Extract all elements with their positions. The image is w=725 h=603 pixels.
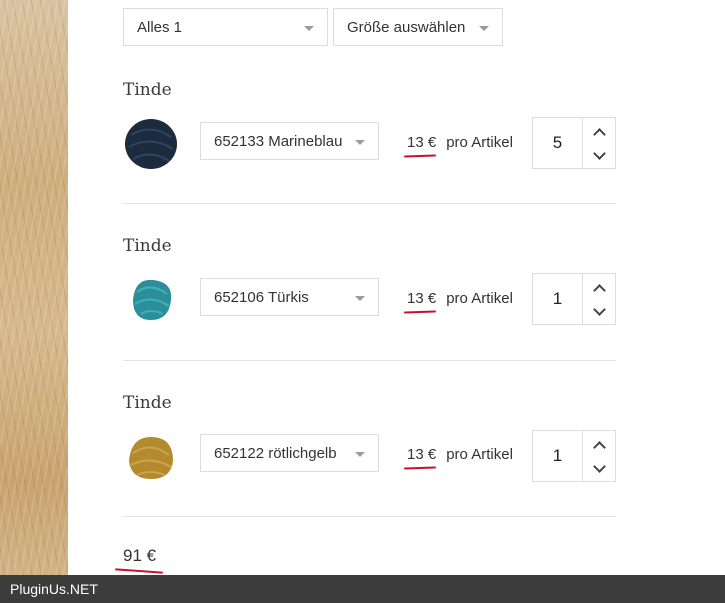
decrement-button[interactable]	[583, 143, 615, 167]
variant-select-value: 652133 Marineblau	[214, 133, 343, 150]
footer-brand: PluginUs.NET	[10, 581, 98, 597]
price-unit-label: pro Artikel	[446, 134, 513, 151]
divider	[123, 203, 616, 204]
chevron-down-icon	[592, 459, 606, 473]
chevron-down-icon	[355, 296, 365, 301]
increment-button[interactable]	[583, 433, 615, 457]
yarn-image	[129, 437, 173, 479]
chevron-down-icon	[592, 146, 606, 160]
price-per-item: 13 € pro Artikel	[403, 290, 513, 314]
variant-select-value: 652122 rötlichgelb	[214, 445, 337, 462]
chevron-down-icon	[592, 302, 606, 316]
footer-bar: PluginUs.NET	[0, 575, 725, 603]
price-value: 13 €	[407, 290, 437, 307]
quantity-stepper[interactable]: 1	[532, 430, 616, 482]
variant-select[interactable]: 652122 rötlichgelb	[200, 434, 379, 472]
background-wheat-image	[0, 0, 68, 603]
chevron-down-icon	[304, 26, 314, 31]
variant-select[interactable]: 652106 Türkis	[200, 278, 379, 316]
product-title: Tinde	[123, 236, 172, 256]
price-value: 13 €	[407, 134, 437, 151]
chevron-down-icon	[355, 452, 365, 457]
chevron-up-icon	[592, 127, 606, 141]
price-per-item: 13 € pro Artikel	[403, 134, 513, 158]
total-value: 91 €	[123, 546, 157, 565]
variant-select[interactable]: 652133 Marineblau	[200, 122, 379, 160]
decrement-button[interactable]	[583, 299, 615, 323]
category-select[interactable]: Alles 1	[123, 8, 328, 46]
decrement-button[interactable]	[583, 456, 615, 480]
price-value: 13 €	[407, 446, 437, 463]
size-select[interactable]: Größe auswählen	[333, 8, 503, 46]
price-per-item: 13 € pro Artikel	[403, 446, 513, 470]
quantity-value[interactable]: 1	[533, 274, 583, 324]
divider	[123, 516, 616, 517]
yarn-image	[133, 279, 172, 320]
product-title: Tinde	[123, 80, 172, 100]
chevron-up-icon	[592, 440, 606, 454]
price-unit-label: pro Artikel	[446, 290, 513, 307]
category-select-value: Alles 1	[137, 19, 183, 36]
chevron-down-icon	[479, 26, 489, 31]
quantity-stepper[interactable]: 5	[532, 117, 616, 169]
quantity-value[interactable]: 1	[533, 431, 583, 481]
chevron-up-icon	[592, 283, 606, 297]
chevron-down-icon	[355, 140, 365, 145]
variant-select-value: 652106 Türkis	[214, 289, 309, 306]
total-price: 91 €	[114, 546, 164, 574]
yarn-image	[125, 119, 177, 169]
price-unit-label: pro Artikel	[446, 446, 513, 463]
increment-button[interactable]	[583, 120, 615, 144]
product-title: Tinde	[123, 393, 172, 413]
quantity-stepper[interactable]: 1	[532, 273, 616, 325]
increment-button[interactable]	[583, 276, 615, 300]
divider	[123, 360, 616, 361]
quantity-value[interactable]: 5	[533, 118, 583, 168]
